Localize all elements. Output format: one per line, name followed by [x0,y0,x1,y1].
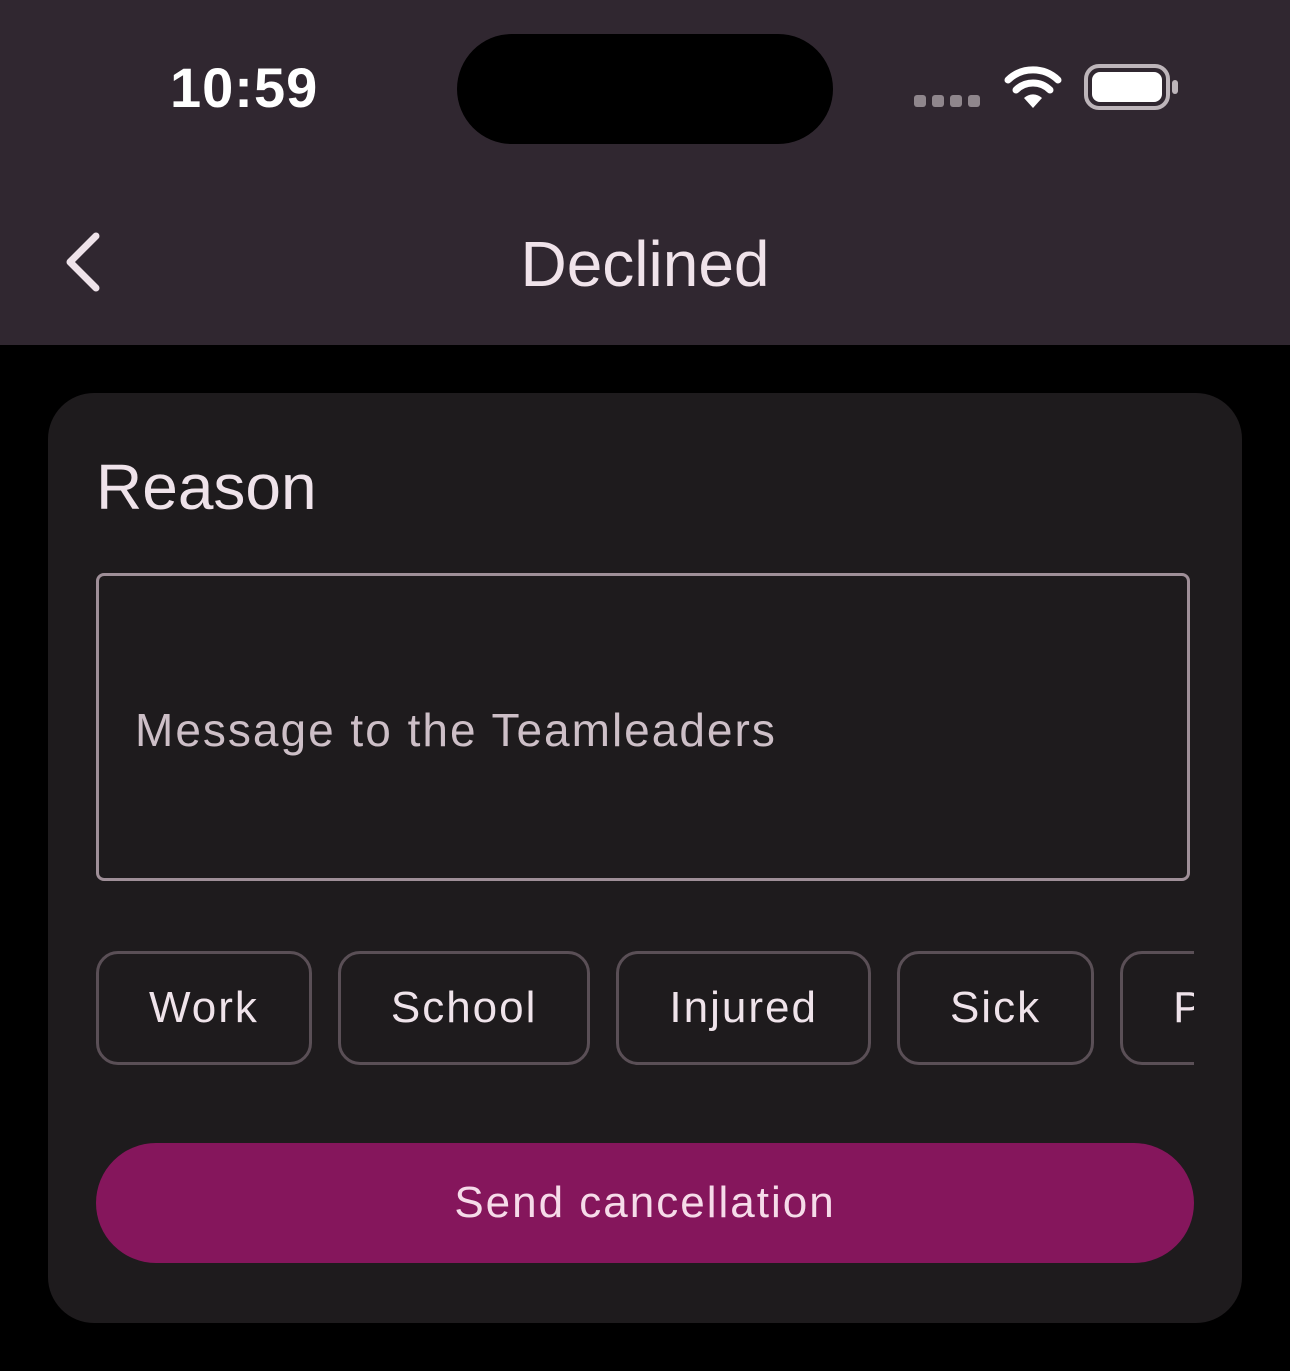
chip-injured[interactable]: Injured [616,951,871,1065]
chip-school[interactable]: School [337,951,591,1065]
battery-icon [1084,64,1178,110]
wifi-icon [1004,66,1062,108]
send-cancellation-button[interactable]: Send cancellation [96,1143,1194,1263]
card-title: Reason [96,451,317,523]
chip-private[interactable]: Private [1120,951,1194,1065]
message-input[interactable]: Message to the Teamleaders [96,573,1190,881]
screen: 10:59 Declined Reason Message to the Tea… [0,0,1290,1371]
chips-row: Work School Injured Sick Private [96,951,1194,1065]
message-placeholder: Message to the Teamleaders [135,704,777,756]
reason-chips[interactable]: Work School Injured Sick Private [96,951,1194,1065]
page-title: Declined [520,228,770,300]
chip-sick[interactable]: Sick [896,951,1095,1065]
signal-dots-icon [914,95,980,107]
reason-card: Reason Message to the Teamleaders Work S… [48,393,1242,1323]
dynamic-island [457,34,833,144]
top-bar: 10:59 Declined [0,0,1290,345]
status-time: 10:59 [170,56,319,119]
chip-work[interactable]: Work [96,951,312,1065]
